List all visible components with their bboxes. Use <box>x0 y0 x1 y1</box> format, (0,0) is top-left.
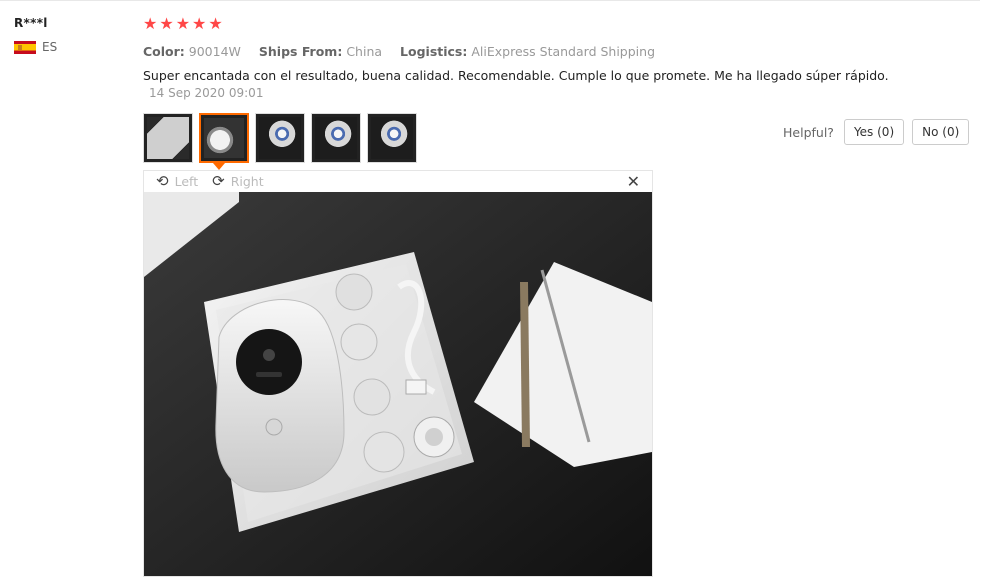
reviewer-country: ES <box>14 40 57 54</box>
star-icon: ★ <box>159 14 174 33</box>
photo-thumbnail-active[interactable] <box>199 113 249 163</box>
review-photo <box>144 192 652 576</box>
helpful-label: Helpful? <box>783 124 834 140</box>
star-rating: ★ ★ ★ ★ ★ <box>143 14 983 34</box>
star-icon: ★ <box>143 14 158 33</box>
active-thumbnail-pointer <box>213 163 225 170</box>
rotate-left-icon: ⟲ <box>156 171 169 190</box>
country-code: ES <box>42 40 58 54</box>
photo-thumbnail[interactable] <box>311 113 361 163</box>
photo-thumbnails <box>143 113 417 163</box>
photo-thumbnail[interactable] <box>367 113 417 163</box>
top-divider <box>0 0 980 1</box>
review-date: 14 Sep 2020 09:01 <box>149 86 264 100</box>
star-icon: ★ <box>175 14 191 33</box>
rotate-right-icon: ⟳ <box>212 171 225 190</box>
viewer-toolbar: ⟲ Left ⟳ Right ✕ <box>144 171 652 191</box>
photo-thumbnail[interactable] <box>255 113 305 163</box>
star-icon: ★ <box>192 14 207 33</box>
spain-flag-icon <box>14 40 36 54</box>
order-meta: Color: 90014W Ships From: China Logistic… <box>143 44 983 59</box>
helpful-yes-button[interactable]: Yes (0) <box>843 119 905 145</box>
photo-viewer: ⟲ Left ⟳ Right ✕ <box>143 170 653 577</box>
close-icon[interactable]: ✕ <box>627 172 640 191</box>
meta-color: Color: 90014W <box>143 44 241 59</box>
reviewer-info: R***l ES <box>14 16 57 54</box>
meta-ships-from: Ships From: China <box>258 44 383 59</box>
reviewer-name: R***l <box>14 16 48 30</box>
review-text: Super encantada con el resultado, buena … <box>143 68 889 83</box>
photo-thumbnail[interactable] <box>143 113 193 163</box>
meta-logistics: Logistics: AliExpress Standard Shipping <box>400 44 656 59</box>
product-photo-illustration <box>144 192 652 576</box>
rotate-right-button[interactable]: ⟳ Right <box>212 171 264 190</box>
review-body: ★ ★ ★ ★ ★ Color: 90014W Ships From: Chin… <box>143 14 983 100</box>
helpful-no-button[interactable]: No (0) <box>912 119 970 145</box>
rotate-left-button[interactable]: ⟲ Left <box>156 171 198 190</box>
helpful-votes: Helpful? Yes (0) No (0) <box>783 119 970 145</box>
star-icon: ★ <box>208 14 223 33</box>
